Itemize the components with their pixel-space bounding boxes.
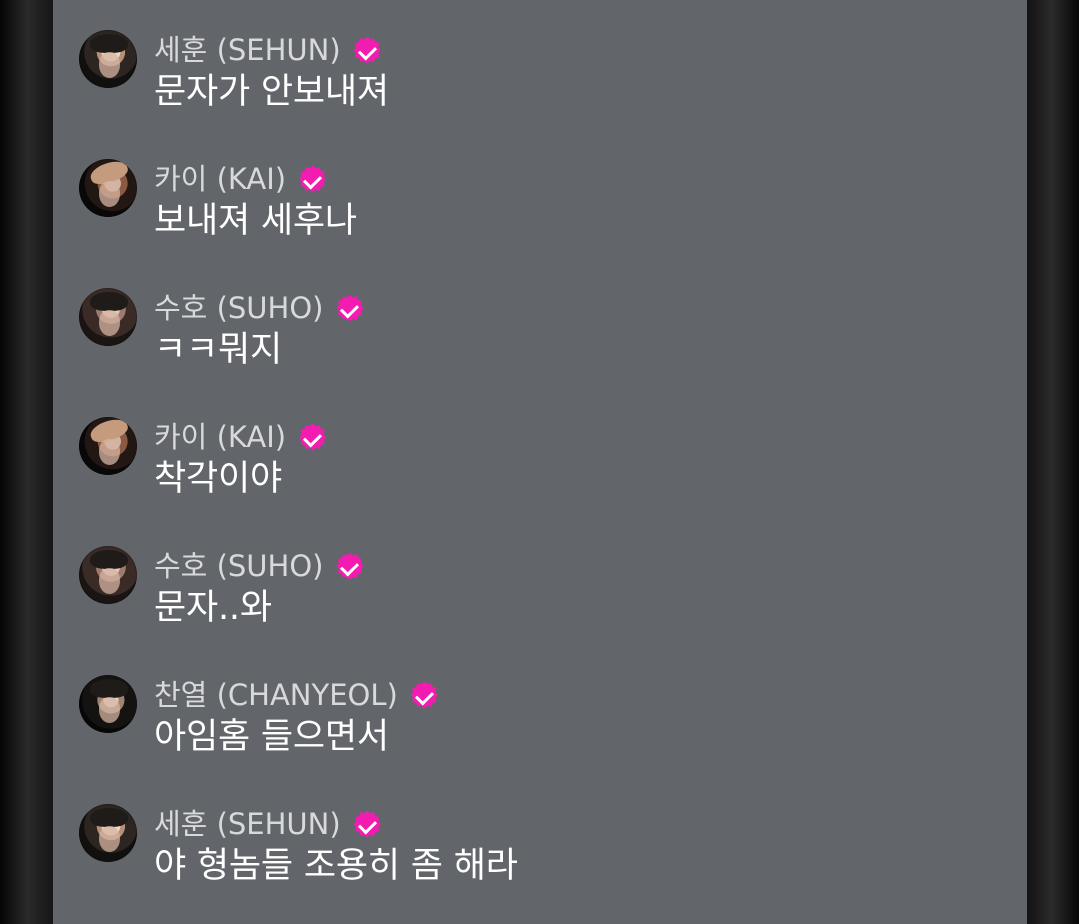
chat-message: 카이 (KAI) 착각이야 [79,417,999,517]
author-name[interactable]: 세훈 (SEHUN) [154,33,341,67]
message-text: 문자..와 [154,588,272,628]
sehun-avatar[interactable] [79,30,137,88]
kai-avatar[interactable] [79,417,137,475]
suho-avatar[interactable] [79,288,137,346]
message-text: 문자가 안보내져 [154,72,389,112]
sehun-avatar[interactable] [79,804,137,862]
author-line: 수호 (SUHO) [154,549,364,583]
author-name[interactable]: 세훈 (SEHUN) [154,807,341,841]
chat-message: 카이 (KAI) 보내져 세후나 [79,159,999,259]
chat-message-list: 세훈 (SEHUN) 문자가 안보내져 카이 (KAI) 보내져 세후나 수호 … [53,0,1027,924]
chanyeol-avatar[interactable] [79,675,137,733]
verified-badge-icon [353,810,381,838]
verified-badge-icon [336,552,364,580]
verified-badge-icon [353,36,381,64]
author-line: 세훈 (SEHUN) [154,807,381,841]
message-text: ㅋㅋ뭐지 [154,330,283,370]
author-line: 찬열 (CHANYEOL) [154,678,438,712]
author-line: 카이 (KAI) [154,162,327,196]
message-text: 아임홈 들으면서 [154,717,389,757]
message-text: 보내져 세후나 [154,201,357,241]
verified-badge-icon [299,165,327,193]
message-text: 착각이야 [154,459,283,499]
chat-message: 세훈 (SEHUN) 야 형놈들 조용히 좀 해라 [79,804,999,904]
author-name[interactable]: 수호 (SUHO) [154,549,323,583]
chat-message: 수호 (SUHO) ㅋㅋ뭐지 [79,288,999,388]
verified-badge-icon [336,294,364,322]
author-line: 세훈 (SEHUN) [154,33,381,67]
verified-badge-icon [299,423,327,451]
chat-message: 수호 (SUHO) 문자..와 [79,546,999,646]
suho-avatar[interactable] [79,546,137,604]
chat-message: 찬열 (CHANYEOL) 아임홈 들으면서 [79,675,999,775]
author-name[interactable]: 수호 (SUHO) [154,291,323,325]
author-name[interactable]: 찬열 (CHANYEOL) [154,678,398,712]
author-name[interactable]: 카이 (KAI) [154,420,286,454]
author-line: 카이 (KAI) [154,420,327,454]
author-name[interactable]: 카이 (KAI) [154,162,286,196]
kai-avatar[interactable] [79,159,137,217]
chat-message: 세훈 (SEHUN) 문자가 안보내져 [79,30,999,130]
message-text: 야 형놈들 조용히 좀 해라 [154,846,518,886]
author-line: 수호 (SUHO) [154,291,364,325]
verified-badge-icon [410,681,438,709]
